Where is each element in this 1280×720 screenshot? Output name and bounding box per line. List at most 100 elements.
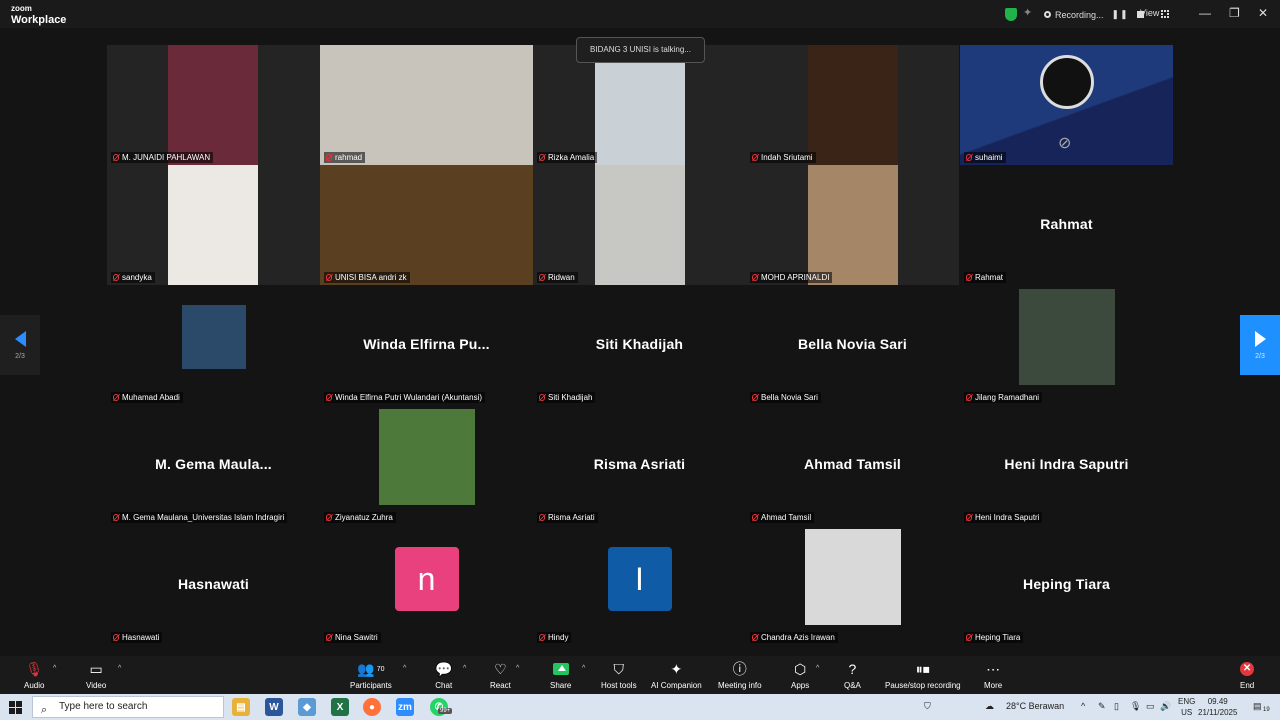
pen-icon[interactable]: ✎ (1098, 701, 1106, 712)
clock-date: 21/11/2025 (1198, 708, 1238, 717)
participant-tile[interactable]: Muhamad Abadi (107, 285, 320, 405)
host-tools-button[interactable]: ⛉ Host tools (601, 660, 637, 691)
participant-tile[interactable]: Heping Tiara Heping Tiara (960, 525, 1173, 645)
participant-tile[interactable]: Chandra Azis Irawan (746, 525, 959, 645)
language-indicator[interactable]: ENG US (1178, 696, 1195, 718)
participant-display-name: Hasnawati (177, 576, 250, 593)
participant-name-label: Rahmat (964, 272, 1007, 283)
pause-icon[interactable]: ❚❚ (1112, 9, 1129, 20)
next-page-button[interactable]: 2/3 (1240, 315, 1280, 375)
meeting-info-label: Meeting info (718, 681, 762, 690)
weather-text[interactable]: 28°C Berawan (1006, 701, 1064, 711)
file-explorer-icon[interactable]: ▤ (232, 698, 250, 716)
taskbar-search-box[interactable]: ⌕ Type here to search (32, 696, 224, 718)
participant-name: Chandra Azis Irawan (761, 633, 835, 642)
apps-icon: ⬡ (794, 660, 807, 677)
participant-tile[interactable]: Hasnawati Hasnawati (107, 525, 320, 645)
participant-video (168, 165, 258, 285)
qa-button[interactable]: ? Q&A (844, 660, 861, 690)
participant-video (595, 45, 685, 165)
participant-tile[interactable]: M. JUNAIDI PAHLAWAN (107, 45, 320, 165)
previous-page-button[interactable]: 2/3 (0, 315, 40, 375)
word-icon[interactable]: W (265, 698, 283, 716)
participant-tile[interactable]: ⊘ suhaimi (960, 45, 1173, 165)
windows-start-icon[interactable] (9, 701, 22, 714)
excel-icon[interactable]: X (331, 698, 349, 716)
participant-tile[interactable]: Ziyanatuz Zuhra (320, 405, 533, 525)
app-icon[interactable]: ◆ (298, 698, 316, 716)
chat-button[interactable]: 💬 Chat (435, 660, 453, 691)
video-options-caret-icon[interactable]: ^ (118, 665, 121, 672)
participant-tile[interactable]: n Nina Sawitri (320, 525, 533, 645)
video-off-icon: ⊘ (1058, 135, 1072, 152)
participant-tile[interactable]: sandyka (107, 165, 320, 285)
chat-icon: 💬 (435, 660, 453, 677)
participant-video (808, 165, 898, 285)
close-icon[interactable]: ✕ (1258, 6, 1268, 20)
participant-tile[interactable]: Winda Elfirna Pu... Winda Elfirna Putri W… (320, 285, 533, 405)
network-icon[interactable]: ▭ (1146, 701, 1155, 712)
participant-name: Heni Indra Saputri (975, 513, 1040, 522)
participant-tile[interactable]: Jilang Ramadhani (960, 285, 1173, 405)
participant-tile[interactable]: Heni Indra Saputri Heni Indra Saputri (960, 405, 1173, 525)
share-button[interactable]: Share (550, 660, 571, 690)
video-camera-icon: ▭ (89, 660, 103, 677)
participant-name-label: M. Gema Maulana_Universitas Islam Indrag… (111, 512, 288, 523)
more-button[interactable]: ⋯ More (984, 660, 1002, 691)
participant-tile[interactable]: Siti Khadijah Siti Khadijah (533, 285, 746, 405)
react-button[interactable]: ♡ React (490, 660, 511, 691)
share-caret-icon[interactable]: ^ (582, 665, 585, 672)
participant-tile[interactable]: I Hindy (533, 525, 746, 645)
volume-icon[interactable]: 🔊 (1160, 701, 1171, 712)
participant-tile[interactable]: MOHD APRINALDI (746, 165, 959, 285)
firefox-icon[interactable]: ● (363, 698, 381, 716)
ai-companion-button[interactable]: ✦ AI Companion (651, 660, 702, 691)
audio-button[interactable]: 🎙 Audio (24, 660, 44, 691)
participant-tile[interactable]: UNISI BISA andri zk (320, 165, 533, 285)
participant-tile[interactable]: rahmad (320, 45, 533, 165)
participants-caret-icon[interactable]: ^ (403, 665, 406, 672)
zoom-app-icon[interactable]: zm (396, 698, 414, 716)
pause-stop-recording-button[interactable]: ⏸⏹ Pause/stop recording (885, 660, 961, 691)
view-button[interactable]: View (1140, 8, 1159, 18)
participants-count: 70 (376, 665, 385, 673)
grid-view-icon[interactable] (1161, 10, 1169, 18)
participant-tile[interactable]: Bella Novia Sari Bella Novia Sari (746, 285, 959, 405)
participant-tile[interactable]: Ahmad Tamsil Ahmad Tamsil (746, 405, 959, 525)
participant-tile[interactable]: Rahmat Rahmat (960, 165, 1173, 285)
security-shield-icon[interactable] (1005, 8, 1017, 21)
participant-name-label: M. JUNAIDI PAHLAWAN (111, 152, 214, 163)
chat-caret-icon[interactable]: ^ (463, 665, 466, 672)
participant-tile[interactable]: Indah Sriutami (746, 45, 959, 165)
participant-tile[interactable]: Risma Asriati Risma Asriati (533, 405, 746, 525)
notifications-icon[interactable]: ▤ (1253, 701, 1262, 712)
participant-name-label: Nina Sawitri (324, 632, 381, 643)
react-caret-icon[interactable]: ^ (516, 665, 519, 672)
recording-label: Recording... (1055, 9, 1104, 20)
tray-overflow-icon[interactable]: ^ (1081, 701, 1085, 711)
apps-caret-icon[interactable]: ^ (816, 665, 819, 672)
qa-icon: ? (848, 661, 857, 677)
mic-muted-icon (752, 274, 758, 281)
participant-name: Muhamad Abadi (122, 393, 180, 402)
participants-button[interactable]: 👥 70 Participants (350, 660, 392, 691)
participant-name: UNISI BISA andri zk (335, 273, 407, 282)
meeting-info-button[interactable]: ⓘ Meeting info (718, 660, 762, 690)
video-button[interactable]: ▭ Video (86, 660, 107, 691)
security-tray-icon[interactable]: ⛉ (924, 701, 931, 712)
apps-button[interactable]: ⬡ Apps (791, 660, 809, 691)
participant-tile[interactable]: Rizka Amalia (533, 45, 746, 165)
video-label: Video (86, 681, 107, 690)
ai-companion-label: AI Companion (651, 681, 702, 690)
participant-tile[interactable]: Ridwan (533, 165, 746, 285)
ai-sparkle-icon[interactable]: ✦ (1023, 6, 1032, 19)
clock[interactable]: 09.49 21/11/2025 (1198, 696, 1237, 718)
audio-options-caret-icon[interactable]: ^ (53, 665, 56, 672)
restore-icon[interactable]: ❐ (1229, 6, 1240, 20)
participant-profile-picture (1018, 289, 1115, 385)
minimize-icon[interactable]: — (1199, 6, 1211, 20)
participant-tile[interactable]: M. Gema Maula... M. Gema Maulana_Universi… (107, 405, 320, 525)
participant-name-label: Indah Sriutami (750, 152, 816, 163)
end-button[interactable]: ✕ End (1240, 660, 1254, 690)
participant-name-label: Ridwan (537, 272, 578, 283)
